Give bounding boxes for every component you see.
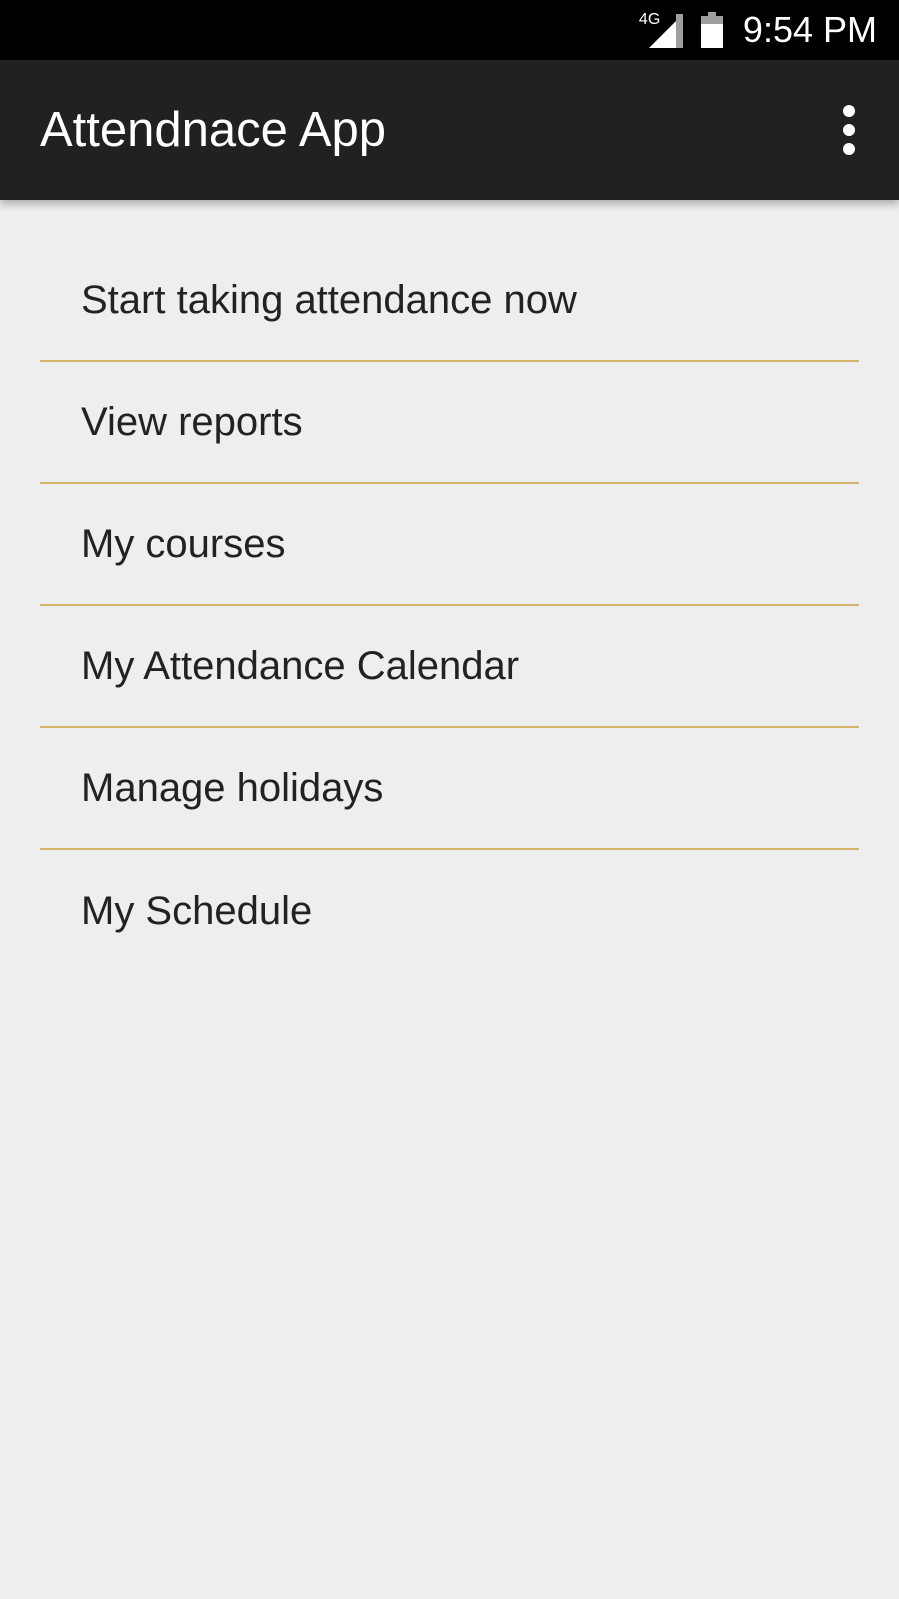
app-bar: Attendnace App [0, 60, 899, 200]
menu-item-manage-holidays[interactable]: Manage holidays [40, 728, 859, 850]
overflow-menu-icon[interactable] [829, 100, 869, 160]
signal-indicator: 4G [639, 10, 683, 50]
menu-item-view-reports[interactable]: View reports [40, 362, 859, 484]
overflow-dot [843, 143, 855, 155]
status-clock: 9:54 PM [742, 9, 877, 50]
menu-item-my-schedule[interactable]: My Schedule [40, 850, 859, 972]
main-menu-list: Start taking attendance now View reports… [40, 240, 859, 972]
menu-item-start-attendance[interactable]: Start taking attendance now [40, 240, 859, 362]
menu-item-my-courses[interactable]: My courses [40, 484, 859, 606]
app-title: Attendnace App [40, 103, 387, 157]
menu-item-label: Manage holidays [81, 765, 384, 810]
overflow-dot [843, 124, 855, 136]
menu-item-label: View reports [81, 399, 303, 444]
menu-item-attendance-calendar[interactable]: My Attendance Calendar [40, 606, 859, 728]
menu-item-label: My Attendance Calendar [81, 643, 520, 688]
menu-item-label: My courses [81, 521, 286, 566]
menu-item-label: My Schedule [81, 888, 313, 933]
menu-item-label: Start taking attendance now [81, 277, 577, 322]
overflow-dot [843, 105, 855, 117]
battery-icon [700, 12, 723, 48]
signal-icon [648, 14, 683, 48]
status-icons: 4G 9:54 PM [639, 0, 877, 60]
status-bar: 4G 9:54 PM [0, 0, 899, 60]
